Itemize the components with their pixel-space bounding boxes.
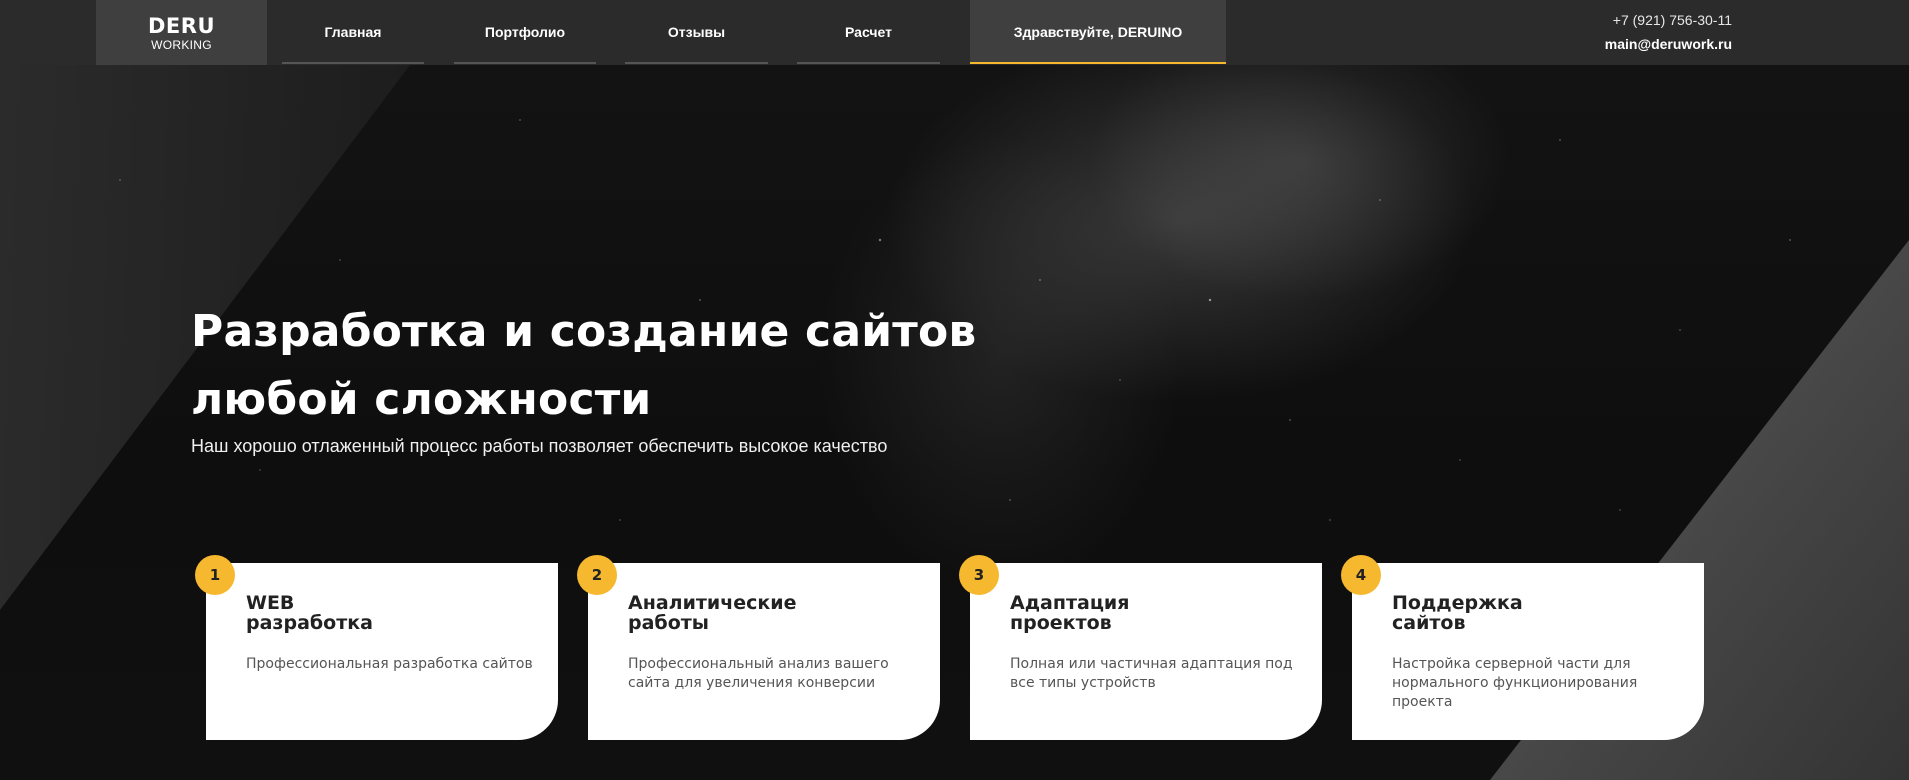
nav-item-user-greeting[interactable]: Здравствуйте, DERUINO bbox=[970, 0, 1226, 64]
logo-main-text: DERU bbox=[148, 14, 215, 38]
service-card-analytics[interactable]: 2 Аналитические работы Профессиональный … bbox=[577, 555, 940, 740]
card-description: Настройка серверной части для нормальног… bbox=[1392, 656, 1638, 710]
card-number-badge: 4 bbox=[1341, 555, 1381, 595]
nav-item-portfolio[interactable]: Портфолио bbox=[454, 0, 596, 64]
card-title: Аналитические работы bbox=[628, 592, 797, 634]
logo[interactable]: DERU WORKING bbox=[96, 0, 267, 65]
card-number-badge: 2 bbox=[577, 555, 617, 595]
service-card-support[interactable]: 4 Поддержка сайтов Настройка серверной ч… bbox=[1341, 555, 1704, 740]
hero-title-line2: любой сложности bbox=[191, 374, 652, 425]
site-header: DERU WORKING Главная Портфолио Отзывы Ра… bbox=[0, 0, 1909, 65]
card-description: Профессиональный анализ вашего сайта для… bbox=[628, 656, 889, 691]
service-card-web-development[interactable]: 1 WEB разработка Профессиональная разраб… bbox=[195, 555, 558, 740]
logo-sub-text: WORKING bbox=[151, 38, 212, 52]
card-title: WEB разработка bbox=[246, 592, 373, 634]
service-card-adaptation[interactable]: 3 Адаптация проектов Полная или частична… bbox=[959, 555, 1322, 740]
card-description: Полная или частичная адаптация под все т… bbox=[1010, 656, 1293, 691]
hero-title-line1: Разработка и создание сайтов bbox=[191, 306, 977, 357]
contact-email[interactable]: main@deruwork.ru bbox=[1605, 36, 1732, 52]
nav-item-reviews[interactable]: Отзывы bbox=[625, 0, 768, 64]
card-number-badge: 3 bbox=[959, 555, 999, 595]
card-title: Адаптация проектов bbox=[1010, 592, 1130, 634]
nav-item-home[interactable]: Главная bbox=[282, 0, 424, 64]
hero-subtitle: Наш хорошо отлаженный процесс работы поз… bbox=[191, 436, 888, 456]
contact-phone[interactable]: +7 (921) 756-30-11 bbox=[1613, 12, 1732, 28]
card-number-badge: 1 bbox=[195, 555, 235, 595]
nav-item-calculation[interactable]: Расчет bbox=[797, 0, 940, 64]
card-description: Профессиональная разработка сайтов bbox=[246, 656, 533, 672]
card-title: Поддержка сайтов bbox=[1392, 592, 1523, 634]
hero-title: Разработка и создание сайтов любой сложн… bbox=[191, 298, 1191, 434]
